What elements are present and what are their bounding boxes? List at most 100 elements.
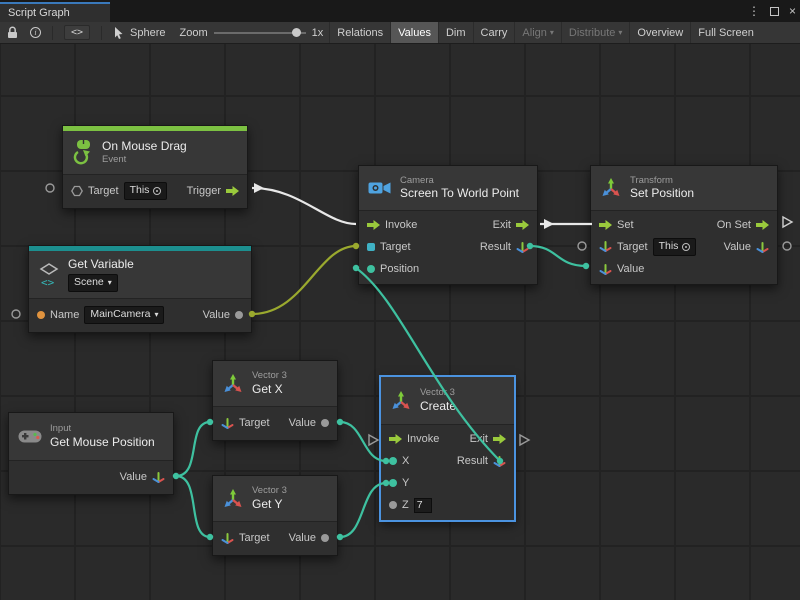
port-label-invoke: Invoke <box>385 219 417 231</box>
axis-icon[interactable] <box>516 241 529 254</box>
tab-bar: Script Graph ⋮ × <box>0 0 800 22</box>
menu-icon[interactable]: ⋮ <box>748 4 760 18</box>
node-header: Vector 3 Create <box>381 377 514 425</box>
target-dot-icon <box>153 187 161 195</box>
flow-arrow-icon[interactable] <box>389 434 402 445</box>
port-label-exit: Exit <box>470 433 488 445</box>
chevron-down-icon: ▾ <box>108 278 112 288</box>
value-port[interactable] <box>321 534 329 542</box>
tab-script-graph[interactable]: Script Graph <box>0 2 110 22</box>
node-title: Screen To World Point <box>400 186 519 201</box>
svg-text:<>: <> <box>41 276 55 288</box>
node-get-y[interactable]: Vector 3 Get Y Target Value <box>212 475 338 556</box>
node-screen-to-world-point[interactable]: Camera Screen To World Point Invoke Exit… <box>358 165 538 285</box>
flow-arrow-icon[interactable] <box>367 220 380 231</box>
port-label-z: Z <box>402 499 409 511</box>
z-value-input[interactable] <box>414 498 432 513</box>
node-on-mouse-drag[interactable]: On Mouse Drag Event Target This Trigger <box>62 125 248 209</box>
z-port[interactable] <box>389 501 397 509</box>
code-view-button[interactable]: <> <box>58 22 96 43</box>
port-label-target: Target <box>239 417 270 429</box>
port-row: Target This Value <box>591 236 777 258</box>
node-vector3-create[interactable]: Vector 3 Create Invoke Exit X Result Y Z <box>380 376 515 521</box>
port-label-set: Set <box>617 219 634 231</box>
axis-icon[interactable] <box>493 455 506 468</box>
port-label-target: Target <box>88 185 119 197</box>
chevron-down-icon: ▾ <box>550 28 554 37</box>
axis-icon[interactable] <box>221 532 234 545</box>
node-set-position[interactable]: Transform Set Position Set On Set Target… <box>590 165 778 285</box>
port-label-name: Name <box>50 309 79 321</box>
variable-icon: <> <box>38 262 60 288</box>
this-chip[interactable]: This <box>653 238 697 256</box>
value-port[interactable] <box>321 419 329 427</box>
port-label-target: Target <box>380 241 411 253</box>
port-label-value: Value <box>203 309 230 321</box>
port-label-target: Target <box>239 532 270 544</box>
flow-arrow-icon[interactable] <box>599 220 612 231</box>
port-row: Set On Set <box>591 214 777 236</box>
scope-dropdown[interactable]: Scene▾ <box>68 274 118 292</box>
distribute-button[interactable]: Distribute▾ <box>561 22 629 43</box>
transform-icon <box>600 177 622 199</box>
mouse-event-icon <box>72 139 94 167</box>
zoom-slider-thumb[interactable] <box>292 28 301 37</box>
this-chip[interactable]: This <box>124 182 168 200</box>
target-port[interactable] <box>367 243 375 251</box>
port-row: Value <box>9 464 173 490</box>
node-title: Create <box>420 399 456 414</box>
flow-arrow-icon[interactable] <box>516 220 529 231</box>
axis-icon[interactable] <box>221 417 234 430</box>
hexagon-icon <box>71 185 83 197</box>
separator <box>52 26 53 40</box>
values-button[interactable]: Values <box>390 22 438 43</box>
chevron-down-icon: ▾ <box>618 28 622 37</box>
flow-arrow-icon[interactable] <box>756 220 769 231</box>
node-header: On Mouse Drag Event <box>63 131 247 175</box>
axis-icon[interactable] <box>756 241 769 254</box>
node-header: Vector 3 Get Y <box>213 476 337 522</box>
axis-icon[interactable] <box>152 471 165 484</box>
relations-button[interactable]: Relations <box>329 22 390 43</box>
node-category: Camera <box>400 175 519 187</box>
align-button[interactable]: Align▾ <box>514 22 560 43</box>
graph-target-name[interactable]: Sphere <box>130 27 165 39</box>
lock-icon[interactable] <box>0 22 24 43</box>
variable-name-dropdown[interactable]: MainCamera▾ <box>84 306 164 324</box>
axis-icon[interactable] <box>599 240 612 253</box>
node-title: On Mouse Drag <box>102 139 187 154</box>
info-icon[interactable]: i <box>24 22 47 43</box>
node-get-mouse-position[interactable]: Input Get Mouse Position Value <box>8 412 174 495</box>
dim-button[interactable]: Dim <box>438 22 473 43</box>
node-get-x[interactable]: Vector 3 Get X Target Value <box>212 360 338 441</box>
node-category: Vector 3 <box>420 387 456 399</box>
value-port[interactable] <box>235 311 243 319</box>
overview-button[interactable]: Overview <box>629 22 690 43</box>
port-row: Z <box>381 494 514 516</box>
separator <box>101 26 102 40</box>
vector3-icon <box>222 373 244 395</box>
x-port[interactable] <box>389 457 397 465</box>
flow-arrow-icon[interactable] <box>226 186 239 197</box>
close-icon[interactable]: × <box>789 4 796 18</box>
camera-icon <box>368 180 392 196</box>
port-label-value-in: Value <box>617 263 644 275</box>
name-port[interactable] <box>37 311 45 319</box>
vector3-icon <box>222 488 244 510</box>
pointer-icon <box>107 22 130 43</box>
axis-icon[interactable] <box>599 263 612 276</box>
node-header: Input Get Mouse Position <box>9 413 173 461</box>
fullscreen-button[interactable]: Full Screen <box>690 22 761 43</box>
node-get-variable[interactable]: <> Get Variable Scene▾ Name MainCamera▾ … <box>28 245 252 333</box>
maximize-icon[interactable] <box>770 7 779 16</box>
port-row: Target This Trigger <box>63 178 247 204</box>
carry-button[interactable]: Carry <box>473 22 515 43</box>
tab-label: Script Graph <box>8 7 70 19</box>
flow-arrow-icon[interactable] <box>493 434 506 445</box>
port-label-value: Value <box>120 471 147 483</box>
port-label-value-out: Value <box>724 241 751 253</box>
position-port[interactable] <box>367 265 375 273</box>
y-port[interactable] <box>389 479 397 487</box>
node-subtitle: Event <box>102 154 187 166</box>
zoom-slider[interactable] <box>214 32 306 34</box>
